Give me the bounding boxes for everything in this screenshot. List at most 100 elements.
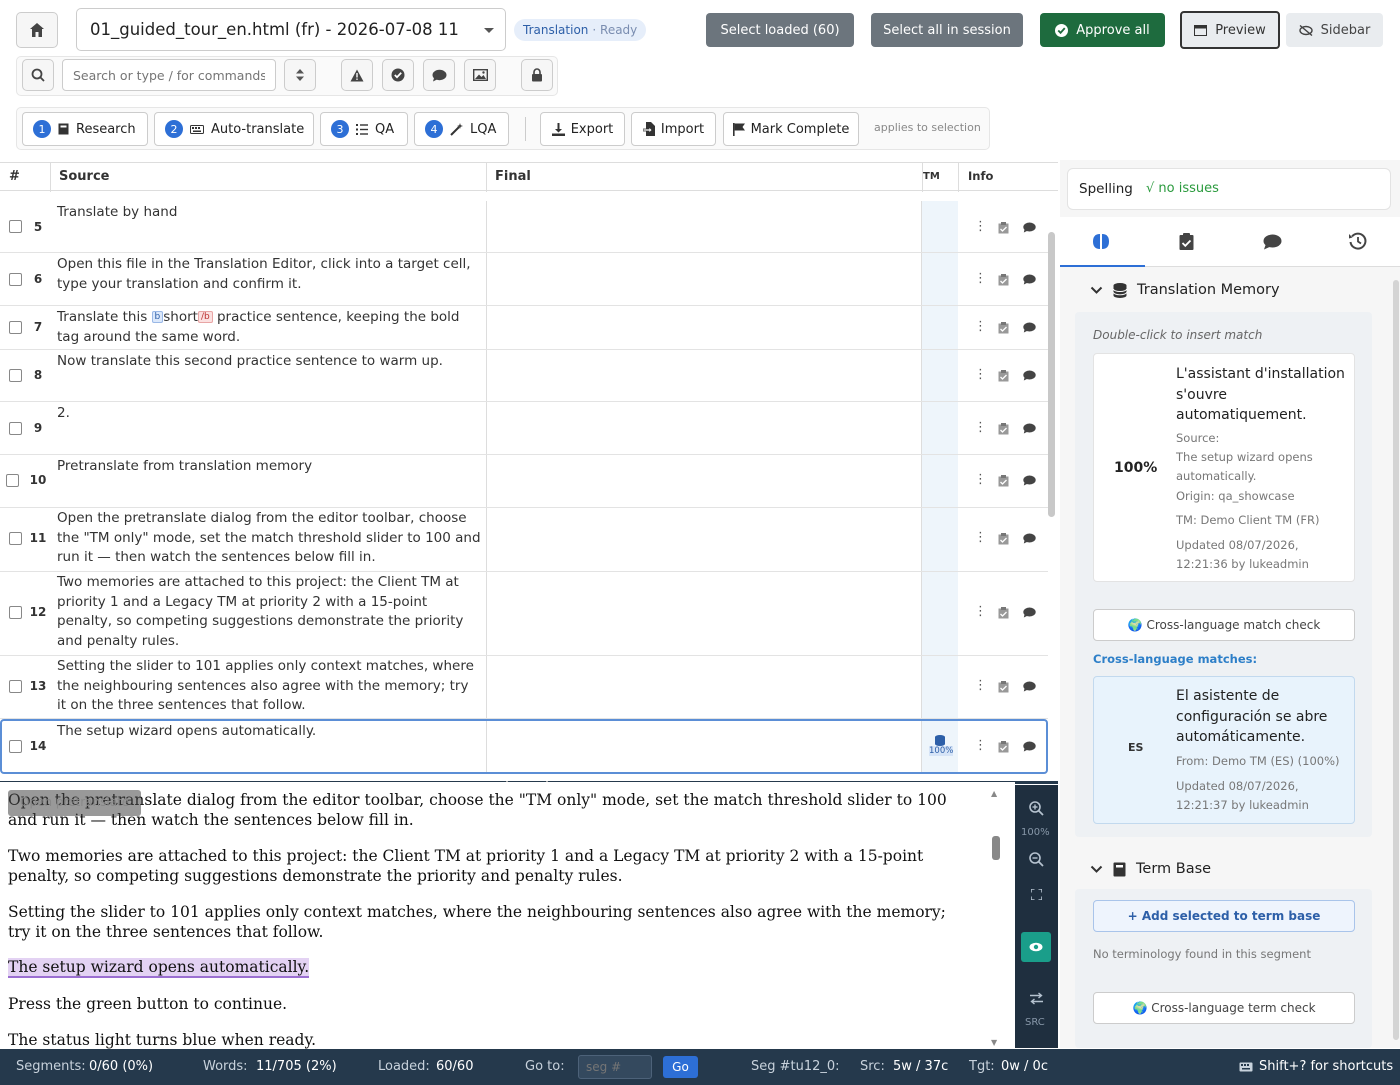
- preview-paragraph[interactable]: Two memories are attached to this projec…: [8, 847, 973, 886]
- more-vertical-icon[interactable]: ⋮: [974, 319, 987, 334]
- final-cell[interactable]: [486, 721, 922, 772]
- table-row[interactable]: 5 Translate by hand ⋮: [0, 201, 1048, 253]
- step-research-button[interactable]: 1 Research: [22, 112, 148, 146]
- clipboard-check-icon[interactable]: [998, 322, 1009, 334]
- final-cell[interactable]: [486, 508, 922, 571]
- comment-filter-button[interactable]: [423, 59, 455, 91]
- comment-icon[interactable]: [1023, 681, 1036, 692]
- final-cell[interactable]: [486, 572, 922, 655]
- preview-paragraph[interactable]: Open the pretranslate dialog from the ed…: [8, 791, 973, 830]
- row-checkbox[interactable]: [9, 369, 22, 382]
- preview-scrollbar[interactable]: [992, 836, 1000, 860]
- import-button[interactable]: Import: [631, 112, 716, 146]
- preview-paragraph[interactable]: Setting the slider to 101 applies only c…: [8, 903, 973, 942]
- preview-button[interactable]: Preview: [1180, 11, 1280, 49]
- clipboard-check-icon[interactable]: [998, 222, 1009, 234]
- select-all-button[interactable]: Select all in session: [871, 13, 1023, 47]
- clipboard-check-icon[interactable]: [998, 274, 1009, 286]
- comment-icon[interactable]: [1023, 741, 1036, 752]
- more-vertical-icon[interactable]: ⋮: [974, 219, 987, 234]
- approve-all-button[interactable]: Approve all: [1040, 13, 1165, 47]
- select-loaded-button[interactable]: Select loaded (60): [706, 13, 854, 47]
- file-selector[interactable]: 01_guided_tour_en.html (fr) - 2026-07-08…: [76, 8, 506, 51]
- tag-close-marker[interactable]: /b: [197, 311, 213, 323]
- mark-complete-button[interactable]: Mark Complete: [723, 112, 859, 146]
- comment-icon[interactable]: [1023, 370, 1036, 381]
- approved-filter-button[interactable]: [382, 59, 414, 91]
- comment-icon[interactable]: [1023, 607, 1036, 618]
- final-cell[interactable]: [486, 306, 922, 349]
- preview-paragraph-active[interactable]: The setup wizard opens automatically.: [8, 958, 973, 978]
- comment-icon[interactable]: [1023, 274, 1036, 285]
- export-button[interactable]: Export: [540, 112, 625, 146]
- tab-qa[interactable]: [1145, 217, 1230, 267]
- cross-language-term-check-button[interactable]: 🌍 Cross-language term check: [1093, 992, 1355, 1024]
- final-cell[interactable]: [486, 201, 922, 252]
- clipboard-check-icon[interactable]: [998, 475, 1009, 487]
- tab-memory[interactable]: [1060, 217, 1145, 267]
- zoom-out-icon[interactable]: [1029, 852, 1044, 867]
- tag-open-marker[interactable]: b: [151, 311, 164, 323]
- lock-filter-button[interactable]: [521, 59, 553, 91]
- sidebar-button[interactable]: Sidebar: [1286, 13, 1383, 47]
- zoom-in-icon[interactable]: [1029, 801, 1044, 816]
- final-cell[interactable]: [486, 656, 922, 718]
- row-checkbox[interactable]: [9, 740, 22, 753]
- comment-icon[interactable]: [1023, 222, 1036, 233]
- more-vertical-icon[interactable]: ⋮: [974, 530, 987, 545]
- row-checkbox[interactable]: [6, 474, 19, 487]
- row-checkbox[interactable]: [9, 606, 22, 619]
- table-row[interactable]: 7 Translate this b short/b practice sente…: [0, 306, 1048, 350]
- final-cell[interactable]: [486, 350, 922, 401]
- scroll-up-arrow[interactable]: ▲: [991, 784, 997, 804]
- highlighted-sentence[interactable]: The setup wizard opens automatically.: [8, 958, 310, 978]
- tab-comments[interactable]: [1230, 217, 1315, 267]
- shortcuts-hint[interactable]: Shift+? for shortcuts: [1259, 1059, 1393, 1074]
- src-toggle-label[interactable]: SRC: [1025, 1017, 1045, 1028]
- table-row[interactable]: 13 Setting the slider to 101 applies onl…: [0, 656, 1048, 719]
- more-vertical-icon[interactable]: ⋮: [974, 367, 987, 382]
- final-cell[interactable]: [486, 402, 922, 454]
- clipboard-check-icon[interactable]: [998, 370, 1009, 382]
- more-vertical-icon[interactable]: ⋮: [974, 472, 987, 487]
- tm-section-header[interactable]: Translation Memory: [1090, 279, 1280, 301]
- step-auto-translate-button[interactable]: 2 Auto-translate: [154, 112, 314, 146]
- final-cell[interactable]: [486, 253, 922, 305]
- tm-match-score[interactable]: 100%: [929, 746, 954, 756]
- column-final[interactable]: Final: [495, 169, 531, 184]
- image-filter-button[interactable]: [464, 59, 496, 91]
- table-row[interactable]: 6 Open this file in the Translation Edit…: [0, 253, 1048, 306]
- row-checkbox[interactable]: [9, 273, 22, 286]
- row-checkbox[interactable]: [9, 321, 22, 334]
- step-qa-button[interactable]: 3 QA: [320, 112, 408, 146]
- comment-icon[interactable]: [1023, 322, 1036, 333]
- more-vertical-icon[interactable]: ⋮: [974, 738, 987, 753]
- more-vertical-icon[interactable]: ⋮: [974, 678, 987, 693]
- row-checkbox[interactable]: [9, 532, 22, 545]
- search-input[interactable]: [62, 59, 276, 91]
- search-button[interactable]: [22, 59, 54, 91]
- cross-language-match-check-button[interactable]: 🌍 Cross-language match check: [1093, 609, 1355, 641]
- table-row-active[interactable]: 14 The setup wizard opens automatically.…: [0, 719, 1048, 774]
- comment-icon[interactable]: [1023, 533, 1036, 544]
- clipboard-check-icon[interactable]: [998, 607, 1009, 619]
- row-checkbox[interactable]: [9, 220, 22, 233]
- go-button[interactable]: Go: [663, 1056, 698, 1078]
- comment-icon[interactable]: [1023, 475, 1036, 486]
- more-vertical-icon[interactable]: ⋮: [974, 604, 987, 619]
- sidebar-scrollbar[interactable]: [1393, 280, 1399, 1040]
- comment-icon[interactable]: [1023, 423, 1036, 434]
- clipboard-check-icon[interactable]: [998, 741, 1009, 753]
- row-checkbox[interactable]: [9, 680, 22, 693]
- tab-history[interactable]: [1315, 217, 1400, 267]
- add-to-term-base-button[interactable]: + Add selected to term base: [1093, 900, 1355, 932]
- more-vertical-icon[interactable]: ⋮: [974, 271, 987, 286]
- tm-match-card[interactable]: 100% L'assistant d'installation s'ouvre …: [1093, 353, 1355, 582]
- fullscreen-icon[interactable]: [1031, 889, 1042, 900]
- table-row[interactable]: 8 Now translate this second practice sen…: [0, 350, 1048, 402]
- grid-scrollbar[interactable]: [1048, 232, 1055, 517]
- column-source[interactable]: Source: [59, 169, 109, 184]
- row-checkbox[interactable]: [9, 422, 22, 435]
- table-row[interactable]: 12 Two memories are attached to this pro…: [0, 572, 1048, 656]
- goto-input[interactable]: [578, 1055, 652, 1079]
